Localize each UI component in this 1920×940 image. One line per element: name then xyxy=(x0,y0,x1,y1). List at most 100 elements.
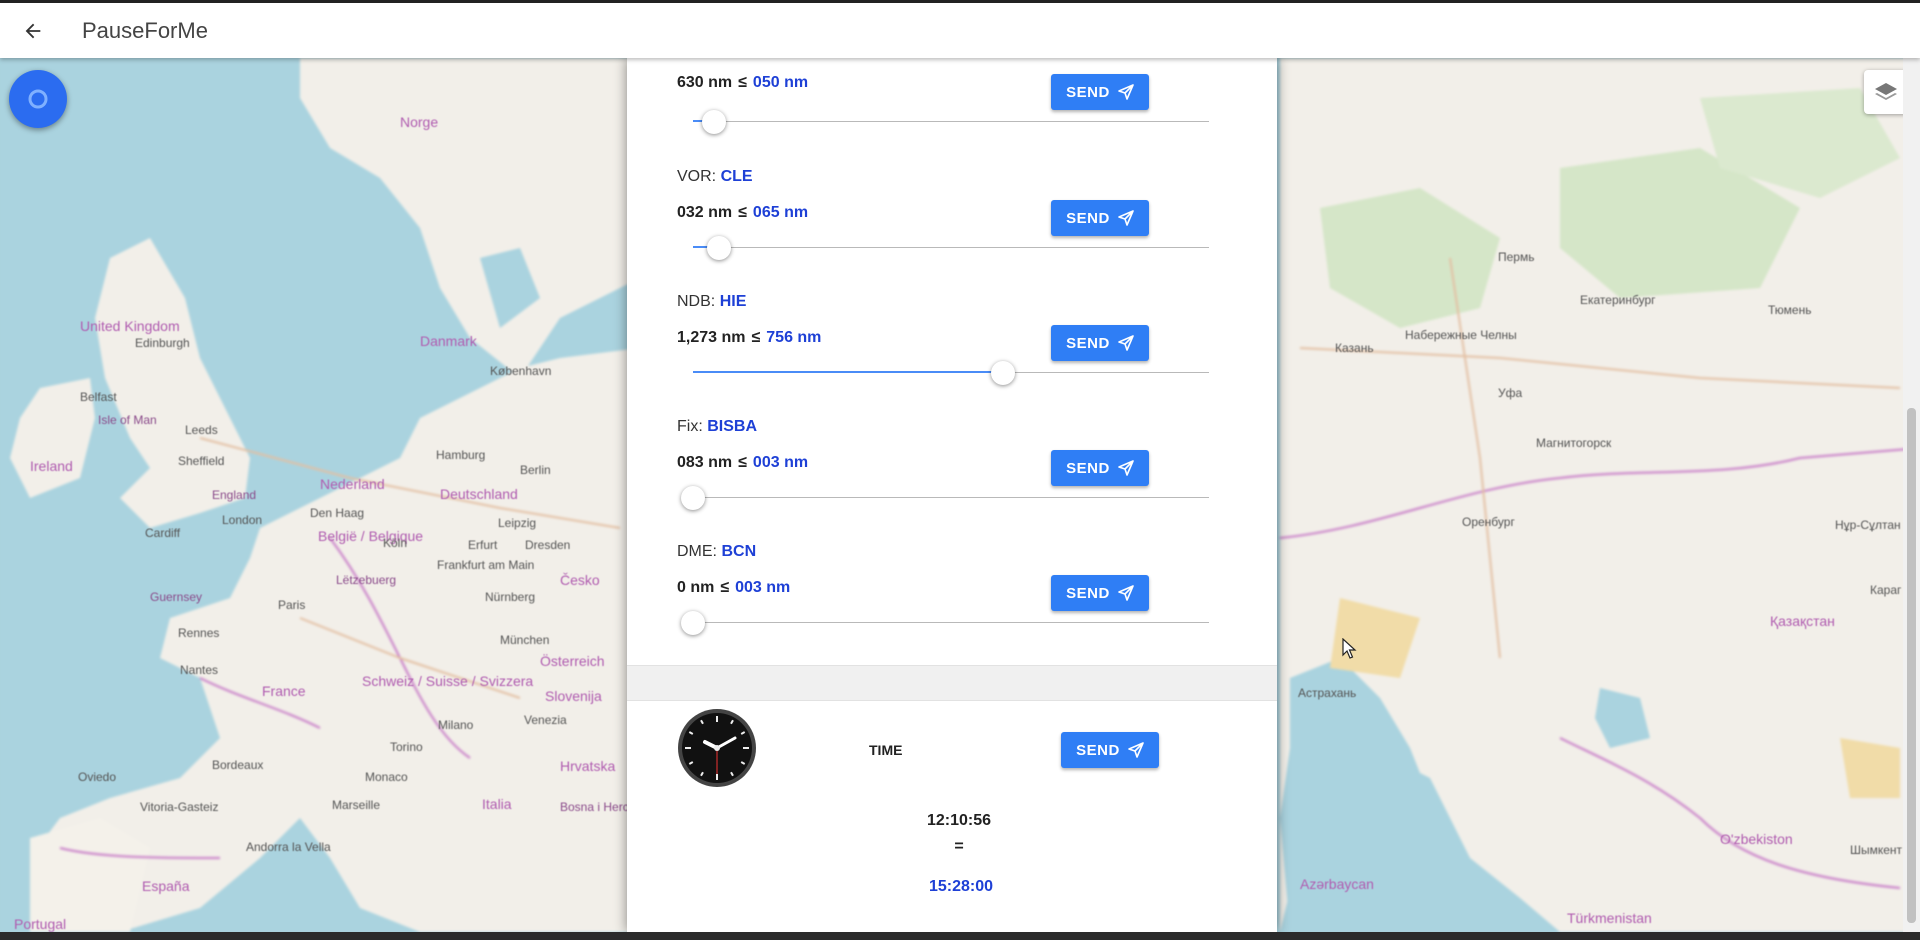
target-time[interactable]: 15:28:00 xyxy=(921,878,1001,896)
map-label-orenburg: Оренбург xyxy=(1462,515,1515,529)
navaid-label: Fix: BISBA xyxy=(677,418,757,436)
distance-slider[interactable] xyxy=(693,110,1209,134)
slider-knob[interactable] xyxy=(681,486,705,510)
distance-slider[interactable] xyxy=(681,486,1209,510)
map-label-nantes: Nantes xyxy=(180,663,219,677)
map-label-sheffield: Sheffield xyxy=(178,454,225,468)
slider-knob[interactable] xyxy=(990,361,1015,385)
distance-slider[interactable] xyxy=(693,236,1209,260)
send-button[interactable]: SEND xyxy=(1051,74,1149,110)
send-button[interactable]: SEND xyxy=(1051,450,1149,486)
distance-slider[interactable] xyxy=(681,611,1209,635)
map-label-kazan: Казань xyxy=(1335,341,1374,355)
map-label-kazakhstan: Қазақстан xyxy=(1770,613,1835,629)
distance-readout: 630 nm ≤050 nm xyxy=(677,74,808,92)
map-label-yekaterinburg: Екатеринбург xyxy=(1580,293,1656,307)
slider-track xyxy=(693,497,1209,498)
map-label-astrakhan: Астрахань xyxy=(1298,686,1357,700)
navaid-type: NDB: xyxy=(677,293,716,310)
map-label-hrvatska: Hrvatska xyxy=(560,758,616,774)
send-label: SEND xyxy=(1066,584,1110,602)
navaid-row: 630 nm ≤050 nm SEND xyxy=(627,58,1277,171)
scrollbar-thumb[interactable] xyxy=(1907,408,1916,923)
distance-slider[interactable] xyxy=(693,361,1209,385)
time-label: TIME xyxy=(869,742,903,758)
locate-button[interactable] xyxy=(9,70,67,128)
navaid-label: VOR: CLE xyxy=(677,168,753,186)
current-distance: 630 nm xyxy=(677,74,733,91)
navaid-row: NDB: HIE 1,273 nm ≤756 nm SEND xyxy=(627,293,1277,418)
map-label-slovenija: Slovenija xyxy=(545,688,602,704)
current-distance: 083 nm xyxy=(677,454,733,471)
slider-track xyxy=(693,622,1209,623)
map-label-uzbekiston: O'zbekiston xyxy=(1720,831,1793,847)
map-label-guernsey: Guernsey xyxy=(150,590,203,604)
slider-knob[interactable] xyxy=(681,611,705,635)
target-distance: 003 nm xyxy=(752,454,809,471)
map-label-ufa: Уфа xyxy=(1498,386,1523,400)
map-label-munchen: München xyxy=(500,633,550,647)
map-label-leeds: Leeds xyxy=(185,423,218,437)
send-button[interactable]: SEND xyxy=(1051,200,1149,236)
map-label-cesko: Česko xyxy=(560,572,600,588)
map-label-nur-sultan: Нұр-Сұлтан xyxy=(1835,518,1901,532)
navaid-label: NDB: HIE xyxy=(677,293,746,311)
le-sign: ≤ xyxy=(720,579,730,596)
map-label-deutschland: Deutschland xyxy=(440,486,518,502)
slider-knob[interactable] xyxy=(706,236,731,260)
map-label-magnitogorsk: Магнитогорск xyxy=(1536,436,1612,450)
map-label-monaco: Monaco xyxy=(365,770,408,784)
send-label: SEND xyxy=(1076,741,1120,759)
map-label-cardiff: Cardiff xyxy=(145,526,181,540)
map-label-torino: Torino xyxy=(390,740,423,754)
map-label-nurnberg: Nürnberg xyxy=(485,590,536,604)
paper-plane-icon xyxy=(1128,742,1144,758)
current-distance: 1,273 nm xyxy=(677,329,746,346)
map-label-marseille: Marseille xyxy=(332,798,381,812)
map-label-luxembourg: Lëtzebuerg xyxy=(336,573,397,587)
le-sign: ≤ xyxy=(738,74,747,91)
navaid-ident: CLE xyxy=(720,168,753,185)
map-label-dresden: Dresden xyxy=(525,538,571,552)
target-distance: 065 nm xyxy=(752,204,809,221)
navaid-row: VOR: CLE 032 nm ≤065 nm SEND xyxy=(627,168,1277,293)
paper-plane-icon xyxy=(1118,335,1134,351)
send-button[interactable]: SEND xyxy=(1051,575,1149,611)
mouse-cursor-icon xyxy=(1342,638,1357,659)
send-button[interactable]: SEND xyxy=(1051,325,1149,361)
layers-button[interactable] xyxy=(1864,70,1908,114)
map-label-tyumen: Тюмень xyxy=(1768,303,1812,317)
map-label-italia: Italia xyxy=(482,796,512,812)
map-label-ireland: Ireland xyxy=(30,458,73,474)
time-send-button[interactable]: SEND xyxy=(1061,732,1159,768)
equals-sign: = xyxy=(954,838,964,855)
map-label-venezia: Venezia xyxy=(524,713,567,727)
slider-track xyxy=(693,121,1209,122)
map-label-perm: Пермь xyxy=(1498,250,1535,264)
map-label-andorra: Andorra la Vella xyxy=(246,840,331,854)
layers-icon xyxy=(1875,83,1897,100)
map-label-shymkent: Шымкент xyxy=(1850,843,1903,857)
navaid-ident: BCN xyxy=(721,543,757,560)
map-label-karaganda: Караг xyxy=(1870,583,1902,597)
location-target-icon xyxy=(28,89,48,109)
target-distance: 050 nm xyxy=(752,74,809,91)
map-label-portugal: Portugal xyxy=(14,916,67,932)
map-label-den-haag: Den Haag xyxy=(310,506,365,520)
app-title: PauseForMe xyxy=(82,17,208,43)
map-label-frankfurt: Frankfurt am Main xyxy=(437,558,535,572)
map-label-norge: Norge xyxy=(400,114,439,130)
page-scrollbar[interactable] xyxy=(1903,58,1920,932)
map-label-belgie: België / Belgique xyxy=(318,528,424,544)
map-label-england: England xyxy=(212,488,257,502)
map-label-naberezhnye: Набережные Челны xyxy=(1405,328,1517,342)
target-distance: 756 nm xyxy=(766,329,822,346)
slider-knob[interactable] xyxy=(701,110,726,134)
map-label-london: London xyxy=(222,513,263,527)
map-label-turkmenistan: Türkmenistan xyxy=(1567,910,1652,926)
send-label: SEND xyxy=(1066,209,1110,227)
back-button[interactable] xyxy=(18,16,48,46)
map-label-bordeaux: Bordeaux xyxy=(212,758,264,772)
navaid-type: VOR: xyxy=(677,168,717,185)
map-label-osterreich: Österreich xyxy=(540,653,605,669)
